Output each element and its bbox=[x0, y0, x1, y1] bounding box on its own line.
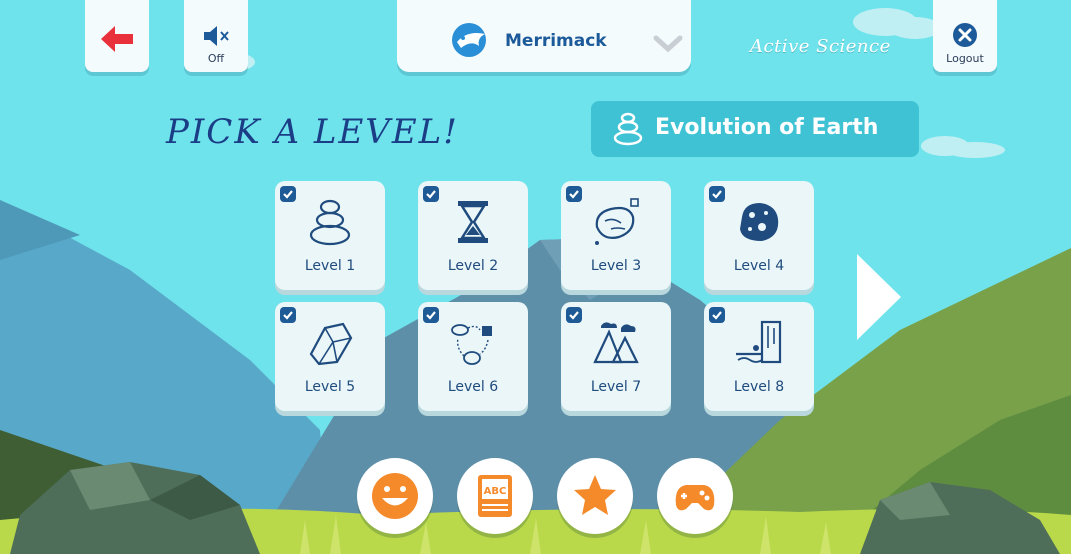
logout-button[interactable]: Logout bbox=[933, 0, 997, 72]
abc-book-icon: ABC bbox=[478, 475, 512, 517]
asteroid-icon bbox=[740, 203, 779, 241]
level-label: Level 1 bbox=[304, 258, 356, 274]
checkmark-icon bbox=[566, 307, 582, 323]
level-label: Level 3 bbox=[590, 258, 642, 274]
level-card-6[interactable]: Level 6 bbox=[418, 302, 528, 411]
checkmark-icon bbox=[709, 307, 725, 323]
dolphin-avatar-icon bbox=[452, 23, 486, 57]
checkmark-icon bbox=[280, 307, 296, 323]
smiley-icon bbox=[372, 473, 418, 519]
checkmark-icon bbox=[423, 186, 439, 202]
topic-badge: Evolution of Earth bbox=[591, 101, 919, 157]
mountains-icon bbox=[593, 322, 639, 364]
gamepad-icon bbox=[675, 485, 715, 511]
landscape-background bbox=[0, 0, 1071, 554]
back-button[interactable] bbox=[85, 0, 149, 72]
level-card-7[interactable]: Level 7 bbox=[561, 302, 671, 411]
hourglass-icon bbox=[458, 201, 488, 243]
level-label: Level 7 bbox=[590, 379, 642, 395]
meteor-rock-icon bbox=[595, 198, 639, 245]
chevron-down-icon[interactable] bbox=[653, 34, 683, 54]
back-arrow-icon bbox=[101, 26, 133, 52]
crystal-icon bbox=[309, 322, 353, 366]
svg-text:ABC: ABC bbox=[484, 486, 507, 497]
star-icon bbox=[574, 475, 616, 515]
user-selector[interactable]: Merrimack bbox=[397, 0, 691, 72]
sound-toggle-button[interactable]: Off bbox=[184, 0, 248, 72]
level-label: Level 2 bbox=[447, 258, 499, 274]
level-card-5[interactable]: Level 5 bbox=[275, 302, 385, 411]
stacked-stones-icon bbox=[613, 112, 643, 146]
level-card-8[interactable]: Level 8 bbox=[704, 302, 814, 411]
brand-logo-text: Active Science bbox=[750, 36, 891, 57]
checkmark-icon bbox=[280, 186, 296, 202]
level-card-2[interactable]: Level 2 bbox=[418, 181, 528, 290]
level-label: Level 4 bbox=[733, 258, 785, 274]
level-card-1[interactable]: Level 1 bbox=[275, 181, 385, 290]
rock-cycle-icon bbox=[451, 324, 492, 365]
level-card-3[interactable]: Level 3 bbox=[561, 181, 671, 290]
checkmark-icon bbox=[566, 186, 582, 202]
close-circle-icon bbox=[953, 23, 977, 47]
logout-label: Logout bbox=[946, 52, 984, 65]
username: Merrimack bbox=[505, 31, 607, 51]
topic-title: Evolution of Earth bbox=[655, 115, 879, 140]
checkmark-icon bbox=[709, 186, 725, 202]
level-label: Level 5 bbox=[304, 379, 356, 395]
level-label: Level 6 bbox=[447, 379, 499, 395]
checkmark-icon bbox=[423, 307, 439, 323]
speaker-muted-icon bbox=[204, 26, 229, 46]
sound-state-label: Off bbox=[207, 52, 225, 65]
glossary-button[interactable]: ABC bbox=[457, 458, 533, 534]
stacked-stones-icon bbox=[309, 199, 351, 246]
level-card-4[interactable]: Level 4 bbox=[704, 181, 814, 290]
waterfall-cliff-icon bbox=[736, 320, 782, 364]
games-button[interactable] bbox=[657, 458, 733, 534]
next-page-arrow-icon[interactable] bbox=[855, 252, 905, 342]
page-title: PICK A LEVEL! bbox=[166, 112, 459, 152]
level-label: Level 8 bbox=[733, 379, 785, 395]
rewards-button[interactable] bbox=[557, 458, 633, 534]
profile-button[interactable] bbox=[357, 458, 433, 534]
